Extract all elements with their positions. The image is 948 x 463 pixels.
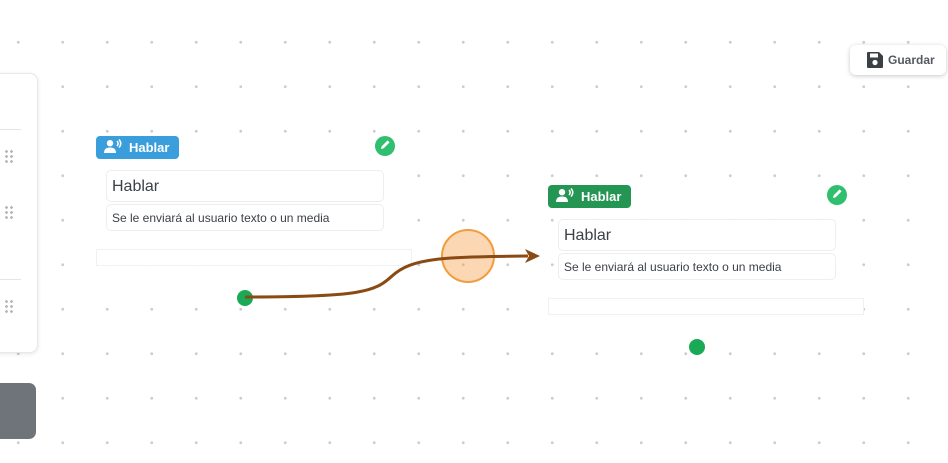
connection-drop-target (441, 229, 495, 283)
node-type-badge[interactable]: Hablar (548, 185, 632, 208)
save-button[interactable]: Guardar (850, 45, 946, 75)
node-description[interactable]: Se le enviará al usuario texto o un medi… (106, 204, 384, 231)
node-type-label: Hablar (129, 140, 170, 155)
drag-handle-icon[interactable] (4, 205, 14, 221)
arrowhead-icon (525, 249, 540, 263)
user-speaking-icon (556, 187, 574, 206)
edit-node-button[interactable] (375, 136, 395, 156)
node-output-handle[interactable] (237, 290, 253, 306)
node-footer (96, 249, 412, 266)
pencil-icon (380, 137, 391, 155)
node-footer (548, 298, 864, 315)
palette-button[interactable] (0, 383, 36, 439)
drag-handle-icon[interactable] (4, 149, 14, 165)
flow-node[interactable]: Hablar Hablar Se le enviará al usuario t… (548, 185, 864, 317)
floppy-disk-icon (866, 51, 884, 69)
node-output-handle[interactable] (689, 339, 705, 355)
save-button-label: Guardar (888, 53, 935, 67)
pencil-icon (832, 186, 843, 204)
node-title[interactable]: Hablar (558, 219, 836, 251)
node-description[interactable]: Se le enviará al usuario texto o un medi… (558, 253, 836, 280)
palette-divider (0, 279, 21, 280)
node-type-label: Hablar (581, 189, 622, 204)
node-title[interactable]: Hablar (106, 170, 384, 202)
flow-node[interactable]: Hablar Hablar Se le enviará al usuario t… (96, 136, 412, 268)
node-type-badge[interactable]: Hablar (96, 136, 180, 159)
node-palette-panel (0, 73, 38, 353)
user-speaking-icon (104, 138, 122, 157)
palette-divider (0, 129, 21, 130)
edit-node-button[interactable] (827, 185, 847, 205)
drag-handle-icon[interactable] (4, 299, 14, 315)
